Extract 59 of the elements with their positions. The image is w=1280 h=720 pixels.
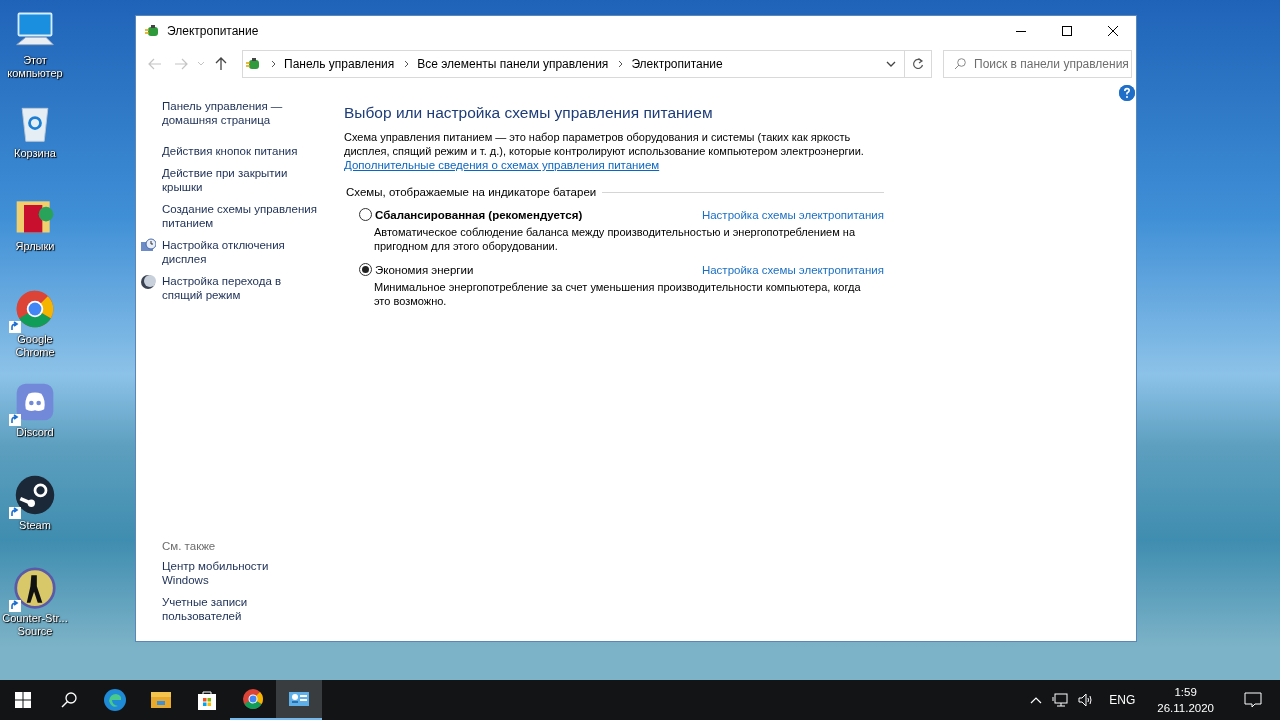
- more-info-link[interactable]: Дополнительные сведения о схемах управления питанием: [344, 159, 660, 171]
- see-also-heading: См. также: [162, 540, 217, 552]
- page-description: Схема управления питанием — это набор параметров оборудования и системы (таких как яркость дисплея, спящий режим и т. д.), которые контролируют использование компьютером электроэнергии.: [344, 130, 865, 158]
- plan-description: Автоматическое соблюдение баланса между производительностью и энергопотреблением на пригодном для этого оборудовании.: [374, 225, 857, 253]
- plan-description: Минимальное энергопотребление за счет уменьшения производительности компьютера, когда это возможно.: [374, 280, 862, 308]
- desktop-icon-label: Discord: [16, 426, 54, 439]
- desktop-icon-label: Counter-Str... Source: [1, 612, 69, 638]
- chevron-down-icon: [886, 61, 896, 67]
- plan-settings-link[interactable]: Настройка схемы электропитания: [701, 208, 884, 221]
- address-bar[interactable]: Панель управления Все элементы панели управления Электропитание: [242, 50, 905, 78]
- windows-logo-icon: [15, 692, 31, 708]
- radio-button[interactable]: [359, 208, 372, 221]
- clock[interactable]: 1:59 26.11.2020: [1145, 680, 1226, 720]
- plan-name[interactable]: Сбалансированная (рекомендуется): [375, 208, 583, 221]
- sidebar-link[interactable]: Действие при закрытии крышки: [162, 166, 317, 194]
- sidebar-link[interactable]: Настройка отключения дисплея: [162, 238, 317, 266]
- maximize-icon: [1062, 26, 1072, 36]
- chevron-down-icon: [197, 61, 205, 67]
- desktop-icon-label: Этот компьютер: [6, 54, 64, 80]
- language-indicator[interactable]: ENG: [1099, 680, 1146, 720]
- breadcrumb-item[interactable]: Панель управления: [284, 57, 395, 71]
- search-icon: [954, 58, 966, 70]
- moon-icon: [140, 274, 156, 290]
- power-options-icon: [144, 23, 160, 39]
- window-title: Электропитание: [167, 24, 259, 38]
- chevron-right-icon: [271, 60, 276, 68]
- help-icon[interactable]: [1119, 85, 1135, 101]
- steam-icon[interactable]: [13, 473, 57, 517]
- chevron-right-icon: [404, 60, 410, 68]
- see-also-link[interactable]: Учетные записи пользователей: [162, 595, 317, 623]
- search-icon: [61, 692, 77, 708]
- desktop-icon-label: Корзина: [14, 147, 56, 160]
- breadcrumb-item[interactable]: Все элементы панели управления: [417, 57, 609, 71]
- see-also-link[interactable]: Центр мобильности Windows: [162, 559, 317, 587]
- group-heading: Схемы, отображаемые на индикаторе батареи: [346, 186, 597, 198]
- refresh-button[interactable]: [905, 50, 932, 78]
- desktop-icon-label: Ярлыки: [15, 240, 55, 253]
- refresh-icon: [912, 58, 924, 70]
- page-heading: Выбор или настройка схемы управления питанием: [344, 104, 714, 122]
- plan-name[interactable]: Экономия энергии: [375, 263, 474, 276]
- arrow-left-icon: [148, 58, 162, 70]
- sidebar-link[interactable]: Создание схемы управления питанием: [162, 202, 317, 230]
- sidebar-link[interactable]: Действия кнопок питания: [162, 144, 298, 158]
- game-icon[interactable]: [13, 566, 57, 610]
- sidebar-link[interactable]: Панель управления — домашняя страница: [162, 99, 317, 127]
- close-icon: [1108, 26, 1118, 36]
- chevron-right-icon: [618, 60, 624, 68]
- power-options-icon: [245, 56, 261, 72]
- monitor-clock-icon: [140, 238, 156, 254]
- radio-button[interactable]: [359, 263, 372, 276]
- sidebar-link[interactable]: Настройка перехода в спящий режим: [162, 274, 317, 302]
- desktop-icon-label: Steam: [19, 519, 51, 532]
- search-field[interactable]: Поиск в панели управления: [943, 50, 1132, 78]
- control-panel-icon[interactable]: [276, 680, 322, 720]
- breadcrumb-item[interactable]: Электропитание: [631, 57, 723, 71]
- arrow-up-icon: [215, 57, 227, 71]
- desktop-icon-label: Google Chrome: [14, 333, 56, 359]
- arrow-right-icon: [174, 58, 188, 70]
- plan-settings-link[interactable]: Настройка схемы электропитания: [701, 263, 884, 276]
